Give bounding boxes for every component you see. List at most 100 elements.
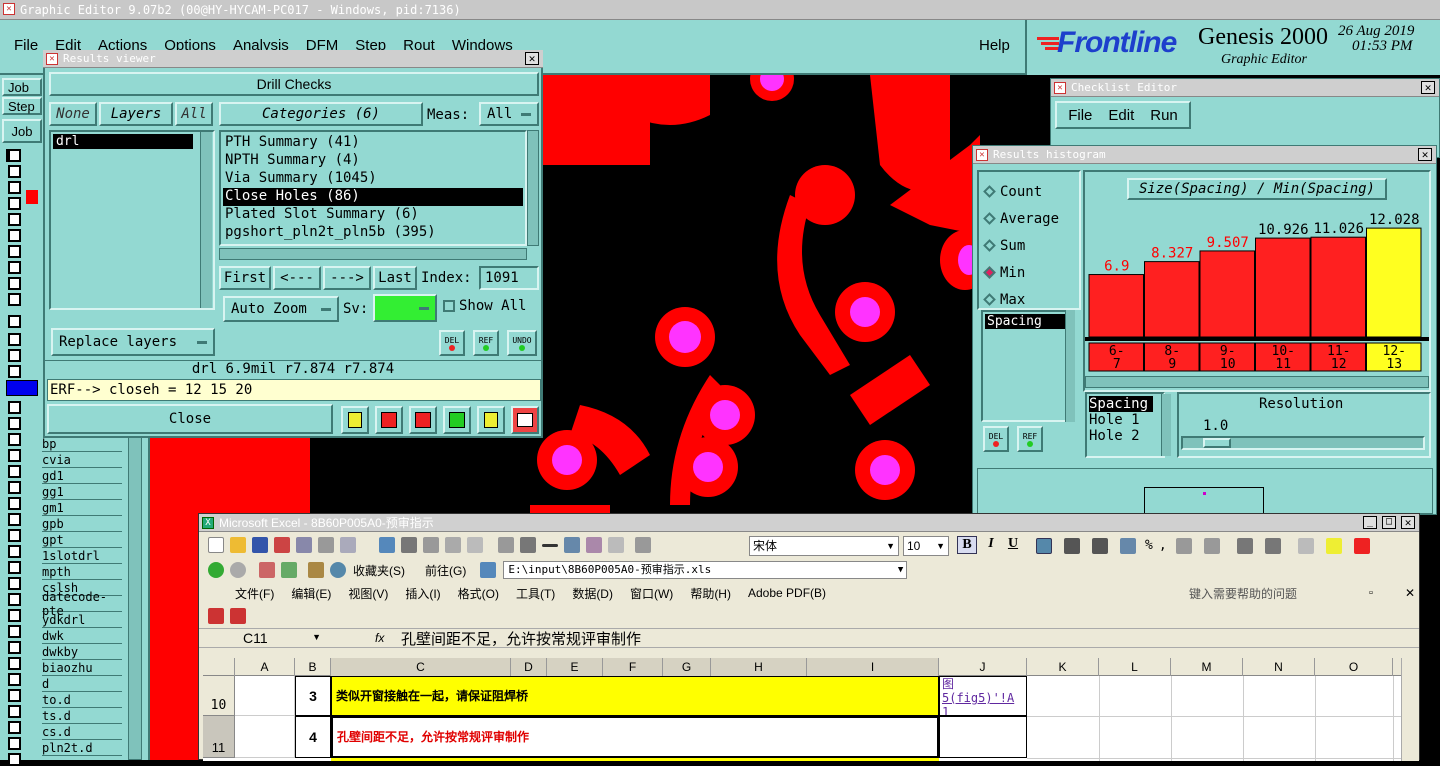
close-icon[interactable]: ✕ bbox=[525, 52, 539, 65]
layer-checkbox[interactable] bbox=[8, 417, 21, 430]
xl-menu-edit[interactable]: 编辑(E) bbox=[291, 585, 331, 602]
line-icon[interactable] bbox=[542, 543, 558, 547]
layer-checkbox[interactable] bbox=[8, 293, 21, 306]
text-icon[interactable] bbox=[520, 537, 536, 553]
category-item[interactable]: Via Summary (1045) bbox=[223, 170, 523, 188]
histogram-tool-icon[interactable] bbox=[511, 406, 539, 434]
close-icon[interactable]: ✕ bbox=[1401, 516, 1415, 529]
layer-checkbox[interactable] bbox=[8, 349, 21, 362]
column-header[interactable]: H bbox=[711, 658, 807, 676]
print-icon[interactable] bbox=[318, 537, 334, 553]
layer-checkbox[interactable] bbox=[8, 465, 21, 478]
category-hscrollbar[interactable] bbox=[219, 248, 527, 260]
histogram-bar[interactable] bbox=[1199, 250, 1255, 338]
all-layers-button[interactable]: All bbox=[175, 102, 213, 126]
goto-menu[interactable]: 前往(G) bbox=[425, 562, 466, 579]
pdf-convert-icon[interactable] bbox=[208, 608, 224, 624]
shadow-icon[interactable] bbox=[467, 537, 483, 553]
column-header[interactable]: C bbox=[331, 658, 511, 676]
layer-item[interactable]: 1slotdrl bbox=[42, 548, 122, 564]
font-name-select[interactable]: 宋体 ▼ bbox=[749, 536, 899, 556]
sv-color-dropdown[interactable] bbox=[373, 294, 437, 322]
layer-checkbox[interactable] bbox=[8, 315, 21, 328]
save-icon[interactable] bbox=[252, 537, 268, 553]
name-box[interactable]: C11 ▼ bbox=[199, 630, 325, 646]
align-center-icon[interactable] bbox=[1064, 538, 1080, 554]
layer-checkbox[interactable] bbox=[8, 705, 21, 718]
histogram-bar[interactable] bbox=[1366, 227, 1422, 338]
close-doc-icon[interactable]: ✕ bbox=[1405, 586, 1415, 600]
category-item[interactable]: Plated Slot Summary (6) bbox=[223, 206, 523, 224]
report-tool-icon[interactable] bbox=[341, 406, 369, 434]
layer-checkbox[interactable] bbox=[8, 561, 21, 574]
layer-item[interactable]: cs.d bbox=[42, 724, 122, 740]
layers-button[interactable]: Layers bbox=[99, 102, 173, 126]
meas-dropdown[interactable]: All bbox=[479, 102, 539, 126]
category-listbox[interactable]: PTH Summary (41) NPTH Summary (4) Via Summ… bbox=[219, 130, 527, 246]
align-left-icon[interactable] bbox=[1036, 538, 1052, 554]
layer-checkbox[interactable] bbox=[8, 229, 21, 242]
attr-item-spacing[interactable]: Spacing bbox=[985, 314, 1067, 329]
outdent-icon[interactable] bbox=[1264, 538, 1281, 554]
layer-checkbox[interactable] bbox=[8, 721, 21, 734]
layer-checkbox[interactable] bbox=[8, 641, 21, 654]
underline-button[interactable]: U bbox=[1005, 536, 1021, 554]
comma-icon[interactable]: , bbox=[1159, 538, 1167, 554]
column-header[interactable]: L bbox=[1099, 658, 1171, 676]
refresh-icon[interactable] bbox=[281, 562, 297, 578]
increase-decimal-icon[interactable] bbox=[1175, 538, 1192, 554]
bold-button[interactable]: B bbox=[957, 536, 977, 554]
count-tool-icon[interactable] bbox=[443, 406, 471, 434]
category-scrollbar[interactable] bbox=[527, 130, 539, 246]
layer-item[interactable]: cvia bbox=[42, 452, 122, 468]
xl-menu-insert[interactable]: 插入(I) bbox=[405, 585, 440, 602]
layer-item[interactable]: gpb bbox=[42, 516, 122, 532]
pdf-email-icon[interactable] bbox=[230, 608, 246, 624]
selection-listbox[interactable]: Spacing Hole 1 Hole 2 bbox=[1085, 392, 1165, 458]
checklist-menu-edit[interactable]: Edit bbox=[1108, 107, 1134, 124]
forward-icon[interactable] bbox=[230, 562, 246, 578]
layer-checkbox[interactable] bbox=[8, 513, 21, 526]
font-size-select[interactable]: 10 ▼ bbox=[903, 536, 949, 556]
home-icon[interactable] bbox=[308, 562, 324, 578]
column-header[interactable]: K bbox=[1027, 658, 1099, 676]
category-item[interactable]: pgshort_pln2t_pln5b (395) bbox=[223, 224, 523, 242]
erase-tool-icon[interactable] bbox=[409, 406, 437, 434]
layer-item[interactable]: gg1 bbox=[42, 484, 122, 500]
select-all-corner[interactable] bbox=[203, 658, 235, 676]
3d-icon[interactable] bbox=[445, 537, 461, 553]
undo-button[interactable]: UNDO bbox=[507, 330, 537, 356]
column-header[interactable]: B bbox=[295, 658, 331, 676]
layer-listbox[interactable]: drl bbox=[49, 130, 215, 310]
xl-menu-data[interactable]: 数据(D) bbox=[572, 585, 613, 602]
layer-checkbox[interactable] bbox=[8, 737, 21, 750]
xl-menu-window[interactable]: 窗口(W) bbox=[630, 585, 673, 602]
worksheet-grid[interactable]: ABCDEFGHIJKLMNO 10 11 3 类似开窗接触在一起，请保证阻焊桥… bbox=[203, 658, 1419, 761]
xl-menu-view[interactable]: 视图(V) bbox=[348, 585, 388, 602]
layer-checkbox[interactable] bbox=[8, 577, 21, 590]
new-icon[interactable] bbox=[208, 537, 224, 553]
close-icon[interactable]: ✕ bbox=[1418, 148, 1432, 161]
layer-checkbox[interactable] bbox=[8, 277, 21, 290]
histogram-bar[interactable] bbox=[1255, 237, 1311, 338]
none-button[interactable]: None bbox=[49, 102, 97, 126]
selection-scrollbar[interactable] bbox=[1161, 394, 1171, 456]
menu-help[interactable]: Help bbox=[979, 37, 1010, 54]
draw-icon[interactable] bbox=[401, 537, 417, 553]
layer-item[interactable]: gd1 bbox=[42, 468, 122, 484]
indent-icon[interactable] bbox=[1236, 538, 1253, 554]
back-icon[interactable] bbox=[208, 562, 224, 578]
sel-item-spacing[interactable]: Spacing bbox=[1089, 396, 1153, 412]
layer-checkbox[interactable] bbox=[8, 165, 21, 178]
search-icon[interactable] bbox=[330, 562, 346, 578]
layer-item[interactable]: mpth bbox=[42, 564, 122, 580]
hist-del-button[interactable]: DEL bbox=[983, 426, 1009, 452]
hist-option-max[interactable]: Max bbox=[979, 286, 1079, 313]
layer-checkbox[interactable] bbox=[8, 149, 21, 162]
layer-checkbox[interactable] bbox=[8, 449, 21, 462]
column-header[interactable]: G bbox=[663, 658, 711, 676]
layer-item[interactable]: pln2t.d bbox=[42, 740, 122, 756]
resolution-slider-thumb[interactable] bbox=[1203, 438, 1231, 448]
zoom-icon[interactable] bbox=[635, 537, 651, 553]
column-header[interactable]: D bbox=[511, 658, 547, 676]
